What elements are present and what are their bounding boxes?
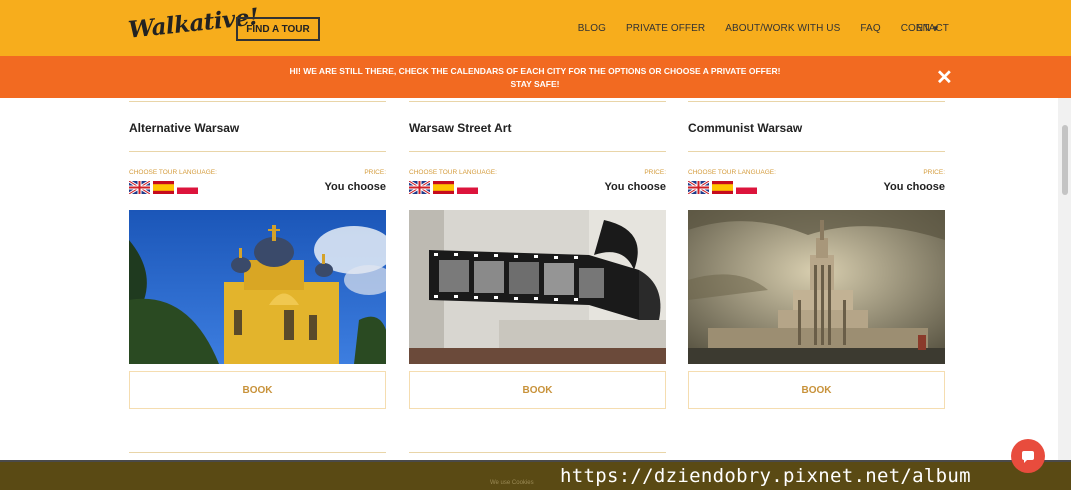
divider <box>409 452 666 453</box>
banner-text: HI! WE ARE STILL THERE, CHECK THE CALEND… <box>220 65 850 91</box>
language-flags <box>129 181 198 194</box>
divider <box>688 151 945 152</box>
chat-icon[interactable] <box>1011 439 1045 473</box>
tour-card: Alternative Warsaw CHOOSE TOUR LANGUAGE:… <box>129 98 386 413</box>
uk-flag-icon[interactable] <box>129 181 150 194</box>
price-label: PRICE: <box>923 169 945 176</box>
nav-link-faq[interactable]: FAQ <box>860 23 880 34</box>
language-selector[interactable]: EN ▼ <box>916 23 940 34</box>
nav-link-blog[interactable]: BLOG <box>578 23 606 34</box>
uk-flag-icon[interactable] <box>688 181 709 194</box>
tour-language-label: CHOOSE TOUR LANGUAGE: <box>129 169 217 176</box>
top-navigation-bar: Walkative! FIND A TOUR BLOG PRIVATE OFFE… <box>0 0 1071 56</box>
divider <box>129 151 386 152</box>
nav-link-about[interactable]: ABOUT/WORK WITH US <box>725 23 840 34</box>
palace-of-culture-photo[interactable] <box>688 210 945 364</box>
spain-flag-icon[interactable] <box>712 181 733 194</box>
divider <box>129 452 386 453</box>
tour-card: Communist Warsaw CHOOSE TOUR LANGUAGE: P… <box>688 98 945 413</box>
tour-title[interactable]: Alternative Warsaw <box>129 121 239 135</box>
find-a-tour-button[interactable]: FIND A TOUR <box>236 17 320 41</box>
scrollbar-thumb[interactable] <box>1062 125 1068 195</box>
banner-line-2: STAY SAFE! <box>510 79 560 89</box>
banner-line-1: HI! WE ARE STILL THERE, CHECK THE CALEND… <box>289 66 781 76</box>
poland-flag-icon[interactable] <box>177 181 198 194</box>
language-flags <box>409 181 478 194</box>
divider <box>409 101 666 102</box>
film-strip-mural-photo[interactable] <box>409 210 666 364</box>
main-nav: BLOG PRIVATE OFFER ABOUT/WORK WITH US FA… <box>558 23 949 34</box>
divider <box>129 101 386 102</box>
poland-flag-icon[interactable] <box>736 181 757 194</box>
tour-title[interactable]: Warsaw Street Art <box>409 121 511 135</box>
divider <box>409 151 666 152</box>
book-button[interactable]: BOOK <box>129 371 386 409</box>
announcement-banner: HI! WE ARE STILL THERE, CHECK THE CALEND… <box>0 56 1071 98</box>
price-label: PRICE: <box>364 169 386 176</box>
spain-flag-icon[interactable] <box>433 181 454 194</box>
price-value: You choose <box>883 181 945 193</box>
tour-language-label: CHOOSE TOUR LANGUAGE: <box>688 169 776 176</box>
tour-card: Warsaw Street Art CHOOSE TOUR LANGUAGE: … <box>409 98 666 413</box>
close-icon[interactable]: ✕ <box>936 65 953 90</box>
tour-language-label: CHOOSE TOUR LANGUAGE: <box>409 169 497 176</box>
watermark-text: https://dziendobry.pixnet.net/album <box>560 465 971 487</box>
caret-down-icon: ▼ <box>931 24 940 33</box>
book-button[interactable]: BOOK <box>409 371 666 409</box>
price-value: You choose <box>604 181 666 193</box>
price-value: You choose <box>324 181 386 193</box>
nav-link-private-offer[interactable]: PRIVATE OFFER <box>626 23 705 34</box>
book-button[interactable]: BOOK <box>688 371 945 409</box>
language-flags <box>688 181 757 194</box>
spain-flag-icon[interactable] <box>153 181 174 194</box>
poland-flag-icon[interactable] <box>457 181 478 194</box>
tour-title[interactable]: Communist Warsaw <box>688 121 802 135</box>
language-value: EN <box>916 23 930 34</box>
price-label: PRICE: <box>644 169 666 176</box>
cathedral-photo[interactable] <box>129 210 386 364</box>
uk-flag-icon[interactable] <box>409 181 430 194</box>
cookie-text[interactable]: We use Cookies <box>490 480 534 486</box>
divider <box>688 101 945 102</box>
